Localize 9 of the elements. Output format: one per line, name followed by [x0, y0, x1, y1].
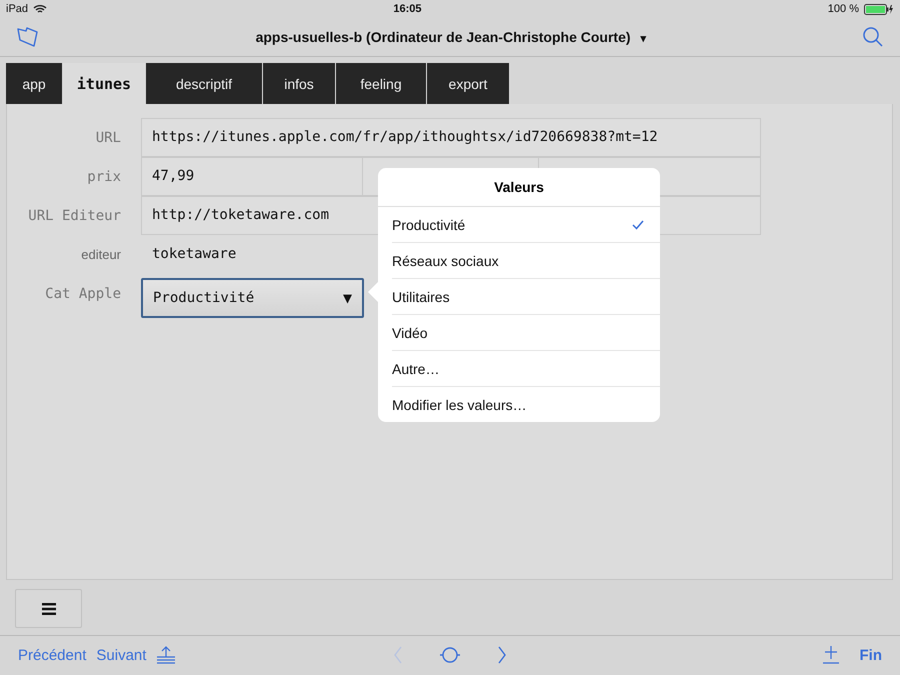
field-label: prix	[86, 168, 122, 184]
field-label: editeur	[80, 247, 122, 262]
field-label: Cat Apple	[44, 286, 122, 302]
field-label: URL	[94, 130, 122, 146]
clock: 16:05	[392, 3, 422, 15]
field-label: URL Editeur	[27, 208, 122, 224]
popover-title: Valeurs	[378, 168, 660, 207]
battery-level: 100 %	[828, 3, 859, 15]
device-name: iPad	[6, 3, 28, 15]
